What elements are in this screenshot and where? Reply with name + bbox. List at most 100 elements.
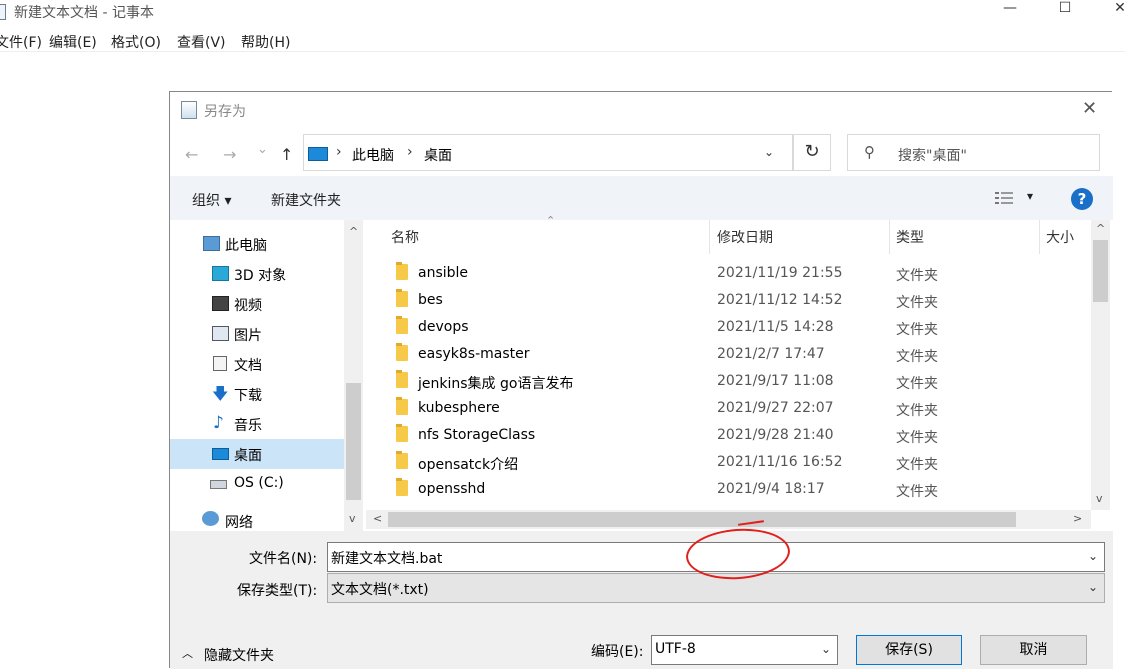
up-arrow-icon[interactable]: ↑ [280,145,293,164]
file-row[interactable]: devops 2021/11/5 14:28 文件夹 [366,314,1091,341]
new-folder-button[interactable]: 新建文件夹 [271,190,341,210]
file-row[interactable]: ansible 2021/11/19 21:55 文件夹 [366,260,1091,287]
sidebar-item-videos[interactable]: 视频 [170,289,344,319]
notepad-title: 新建文本文档 - 记事本 [14,5,154,21]
file-row[interactable]: opensatck介绍 2021/11/16 16:52 文件夹 [366,449,1091,476]
file-row[interactable]: opensshd 2021/9/4 18:17 文件夹 [366,476,1091,503]
notepad-titlebar: 新建文本文档 - 记事本 — ☐ ✕ [0,0,1125,28]
sidebar-item-this-pc[interactable]: 此电脑 [170,229,344,259]
sidebar-scrollbar[interactable]: ^ v [344,220,363,531]
notepad-icon [0,4,6,20]
file-list-vscrollbar[interactable]: ^ v [1091,220,1110,510]
file-type: 文件夹 [896,403,938,419]
sidebar-item-label: OS (C:) [234,475,284,491]
breadcrumb-desktop[interactable]: 桌面 [424,145,452,165]
recent-locations-icon[interactable]: ⌄ [257,142,268,157]
breadcrumb-this-pc[interactable]: 此电脑 [352,145,394,165]
file-list-hscrollbar[interactable]: < > [366,510,1091,529]
folder-icon [396,451,408,469]
help-icon[interactable]: ? [1071,188,1093,210]
scroll-up-icon[interactable]: ^ [349,225,358,238]
chevron-down-icon[interactable]: ⌄ [1088,580,1098,594]
sidebar-item-documents[interactable]: 文档 [170,349,344,379]
sidebar-item-desktop[interactable]: 桌面 [170,439,344,469]
back-arrow-icon[interactable]: ← [185,145,198,164]
maximize-button[interactable]: ☐ [1045,0,1085,20]
file-row[interactable]: kubesphere 2021/9/27 22:07 文件夹 [366,395,1091,422]
file-date: 2021/2/7 17:47 [717,346,825,362]
scroll-up-icon[interactable]: ^ [1096,222,1105,235]
file-name: jenkins集成 go语言发布 [418,376,574,392]
sidebar-item-label: 3D 对象 [234,268,287,284]
search-icon: ⚲ [864,143,875,161]
scroll-left-icon[interactable]: < [373,512,382,525]
save-options-panel: 文件名(N): 新建文本文档.bat ⌄ 保存类型(T): 文本文档(*.txt… [170,531,1113,669]
cube-icon [212,266,229,281]
file-name: kubesphere [418,400,500,416]
sidebar-item-music[interactable]: ♪ 音乐 [170,409,344,439]
column-header-type[interactable]: 类型 [896,227,924,261]
file-row[interactable]: nfs StorageClass 2021/9/28 21:40 文件夹 [366,422,1091,449]
menu-help[interactable]: 帮助(H) [241,32,290,52]
column-header-name[interactable]: 名称 [391,227,419,261]
filetype-value: 文本文档(*.txt) [331,582,429,598]
dialog-close-icon[interactable]: ✕ [1082,98,1097,119]
sidebar-item-os-drive[interactable]: OS (C:) [170,469,344,499]
file-name: opensshd [418,481,486,497]
encoding-value: UTF-8 [655,641,696,657]
cancel-button[interactable]: 取消 [980,635,1087,665]
file-list-vscroll-thumb[interactable] [1093,240,1108,302]
view-options-icon[interactable] [994,190,1014,206]
folder-icon [396,397,408,415]
sidebar-item-network[interactable]: 网络 [170,508,344,531]
sidebar-scroll-thumb[interactable] [346,383,361,500]
scroll-down-icon[interactable]: v [349,512,356,525]
file-row[interactable]: bes 2021/11/12 14:52 文件夹 [366,287,1091,314]
forward-arrow-icon[interactable]: → [223,145,236,164]
column-divider[interactable] [889,220,890,254]
close-button[interactable]: ✕ [1100,0,1125,20]
file-date: 2021/9/27 22:07 [717,400,834,416]
organize-button[interactable]: 组织 ▾ [192,190,231,210]
file-row[interactable]: easyk8s-master 2021/2/7 17:47 文件夹 [366,341,1091,368]
minimize-button[interactable]: — [990,0,1030,20]
folder-icon [396,316,408,334]
chevron-down-icon[interactable]: ⌄ [821,642,831,656]
file-row[interactable]: jenkins集成 go语言发布 2021/9/17 11:08 文件夹 [366,368,1091,395]
video-icon [212,296,229,311]
scroll-down-icon[interactable]: v [1096,492,1103,505]
file-type: 文件夹 [896,457,938,473]
hide-folders-toggle[interactable]: 隐藏文件夹 [204,645,274,665]
file-type: 文件夹 [896,295,938,311]
refresh-button[interactable]: ↻ [793,134,831,171]
encoding-select[interactable]: UTF-8 ⌄ [651,635,838,665]
view-dropdown-icon[interactable]: ▾ [1027,189,1033,203]
file-date: 2021/11/12 14:52 [717,292,843,308]
file-name: opensatck介绍 [418,457,519,473]
column-header-date[interactable]: 修改日期 [717,227,773,261]
dialog-titlebar: 另存为 ✕ [170,92,1113,128]
column-header-size[interactable]: 大小 [1046,227,1074,261]
file-list-hscroll-thumb[interactable] [388,512,1016,527]
save-button[interactable]: 保存(S) [856,635,962,665]
sort-indicator-icon: ⌃ [546,214,556,227]
chevron-up-icon[interactable]: ︿ [182,645,193,661]
sidebar-item-3d-objects[interactable]: 3D 对象 [170,259,344,289]
menu-view[interactable]: 查看(V) [177,32,226,52]
address-dropdown-icon[interactable]: ⌄ [764,145,774,159]
document-icon [213,356,227,371]
column-divider[interactable] [1039,220,1040,254]
sidebar-item-downloads[interactable]: 🡇 下载 [170,379,344,409]
address-bar[interactable]: › 此电脑 › 桌面 ⌄ [303,134,793,171]
sidebar-item-pictures[interactable]: 图片 [170,319,344,349]
search-input[interactable]: ⚲ 搜索"桌面" [847,134,1100,171]
menu-file[interactable]: 文件(F) [0,32,42,52]
drive-icon [210,480,227,489]
menu-format[interactable]: 格式(O) [111,32,161,52]
file-date: 2021/11/19 21:55 [717,265,843,281]
column-divider[interactable] [709,220,710,254]
notepad-doc-icon [181,101,197,119]
menu-edit[interactable]: 编辑(E) [49,32,97,52]
chevron-down-icon[interactable]: ⌄ [1088,549,1098,563]
scroll-right-icon[interactable]: > [1073,512,1082,525]
